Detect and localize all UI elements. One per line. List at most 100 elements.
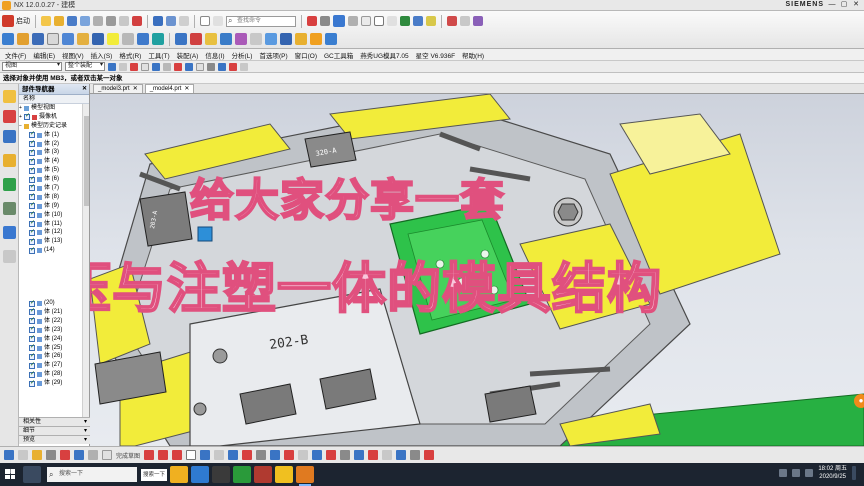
reuse-library-tab-icon[interactable] (3, 154, 16, 167)
view-triad-icon[interactable] (74, 450, 84, 460)
snap-intersection-icon[interactable] (163, 62, 171, 71)
revolve-icon[interactable] (17, 33, 29, 45)
dimension-icon[interactable] (326, 450, 337, 460)
pin-icon[interactable]: ✕ (82, 84, 87, 95)
shaded-view-icon[interactable] (333, 15, 345, 27)
polygon-icon[interactable] (228, 450, 239, 460)
redo-icon[interactable] (166, 16, 176, 26)
snap-endpoint-icon[interactable] (130, 62, 138, 71)
intersection-curve-icon[interactable] (396, 450, 407, 460)
web-browser-tab-icon[interactable] (3, 226, 16, 239)
zoom-icon[interactable] (32, 450, 42, 460)
fit-icon[interactable] (18, 450, 28, 460)
constraint-navigator-tab-icon[interactable] (3, 130, 16, 143)
tree-item-body[interactable]: 体 (8) (19, 192, 82, 202)
scrollbar-thumb[interactable] (84, 116, 89, 206)
select-filter-icon[interactable] (108, 62, 116, 71)
selection-scope-dropdown[interactable]: 整个装配 (65, 62, 105, 71)
menu-info[interactable]: 信息(I) (205, 50, 224, 60)
network-icon[interactable] (779, 469, 788, 477)
open-file-icon[interactable] (54, 16, 64, 26)
repeat-command-icon[interactable] (179, 16, 189, 26)
arc-icon[interactable] (172, 450, 183, 460)
show-desktop-button[interactable] (852, 466, 856, 480)
save-icon[interactable] (67, 16, 77, 26)
snap-existing-icon[interactable] (196, 62, 204, 71)
tree-item-body[interactable]: 体 (28) (19, 370, 82, 379)
color-swatch-icon[interactable] (374, 16, 384, 26)
constraint-icon[interactable] (340, 450, 351, 460)
orient-view-icon[interactable] (4, 450, 14, 460)
new-file-icon[interactable] (41, 16, 51, 26)
snap-on-curve-icon[interactable] (207, 62, 215, 71)
offset-face-icon[interactable] (205, 33, 217, 45)
extrude-icon[interactable] (2, 33, 14, 45)
minimize-button[interactable]: — (826, 0, 838, 10)
snap-quadrant-icon[interactable] (185, 62, 193, 71)
snap-center-icon[interactable] (174, 62, 182, 71)
nx-taskbar-icon[interactable] (296, 466, 314, 486)
cut-icon[interactable] (93, 16, 103, 26)
graphics-viewport[interactable]: 202-B 320-A 203-A 给大家分享一套 与注塑一体的模具结构 ● (90, 94, 864, 446)
command-search-input[interactable]: 查找命令 (226, 15, 296, 27)
tree-item-body[interactable]: 体 (29) (19, 379, 82, 388)
move-object-icon[interactable] (400, 16, 410, 26)
navigator-column-header[interactable]: 名称 (19, 95, 89, 104)
tree-item-body[interactable]: 体 (3) (19, 148, 82, 157)
history-tab-icon[interactable] (3, 202, 16, 215)
spline-icon[interactable] (242, 450, 253, 460)
sync-modeling-icon[interactable] (175, 33, 187, 45)
circle-icon[interactable] (186, 450, 197, 460)
chamfer-icon[interactable] (137, 33, 149, 45)
save-as-icon[interactable] (80, 16, 90, 26)
fit-view-icon[interactable] (320, 16, 330, 26)
copy-icon[interactable] (106, 16, 116, 26)
tree-item-body[interactable]: (14) (19, 246, 82, 255)
menu-gc-toolkit[interactable]: GC工具箱 (324, 50, 353, 60)
taskbar-search-box[interactable]: 搜索一下 (47, 467, 137, 482)
ejector-pin-icon[interactable] (310, 33, 322, 45)
unite-icon[interactable] (77, 33, 89, 45)
snap-tangent-icon[interactable] (240, 62, 248, 71)
replace-face-icon[interactable] (190, 33, 202, 45)
menu-view[interactable]: 视图(V) (62, 50, 84, 60)
close-tab-icon[interactable]: ✕ (133, 85, 138, 94)
menu-help[interactable]: 帮助(H) (462, 50, 484, 60)
profile-icon[interactable] (144, 450, 155, 460)
point-icon[interactable] (256, 450, 267, 460)
volume-icon[interactable] (792, 469, 801, 477)
menu-yanxiu-mold[interactable]: 燕秀UG模具7.05 (360, 50, 408, 60)
block-icon[interactable] (47, 33, 59, 45)
tree-item-body[interactable]: 体 (1) (19, 130, 82, 140)
task-view-icon[interactable] (23, 466, 41, 483)
menu-format[interactable]: 格式(R) (119, 50, 141, 60)
sketch-icon[interactable] (426, 16, 436, 26)
analysis-icon[interactable] (460, 16, 470, 26)
offset-curve-icon[interactable] (270, 450, 281, 460)
undo-icon[interactable] (153, 16, 163, 26)
rectangle-icon[interactable] (214, 450, 225, 460)
snap-midpoint-icon[interactable] (141, 62, 149, 71)
system-clock[interactable]: 18:02 周五 2020/9/25 (818, 465, 847, 481)
tree-item-body[interactable]: (20) (19, 299, 82, 308)
nx-logo-icon[interactable] (2, 15, 14, 27)
pattern-icon[interactable] (250, 33, 262, 45)
mold-base-icon[interactable] (295, 33, 307, 45)
tree-item-body[interactable]: 体 (27) (19, 361, 82, 370)
tree-item-body[interactable]: 体 (9) (19, 201, 82, 211)
pattern-curve-icon[interactable] (368, 450, 379, 460)
finish-sketch-label[interactable]: 完成草图 (116, 451, 140, 460)
tab-model4[interactable]: _model4.prt ✕ (144, 84, 195, 93)
snap-control-icon[interactable] (152, 62, 160, 71)
delete-icon[interactable] (132, 16, 142, 26)
red-app-icon[interactable] (254, 466, 272, 483)
type-filter-dropdown[interactable]: 视图 (2, 62, 62, 71)
tree-item-body[interactable]: 体 (7) (19, 183, 82, 193)
part-navigator-tab-icon[interactable] (3, 90, 16, 103)
menu-file[interactable]: 文件(F) (5, 50, 26, 60)
trim-icon[interactable] (284, 450, 295, 460)
chrome-icon[interactable] (275, 466, 293, 483)
tree-item-body[interactable]: 体 (13) (19, 237, 82, 246)
render-style-icon[interactable] (348, 16, 358, 26)
switch-window-icon[interactable] (213, 16, 223, 26)
